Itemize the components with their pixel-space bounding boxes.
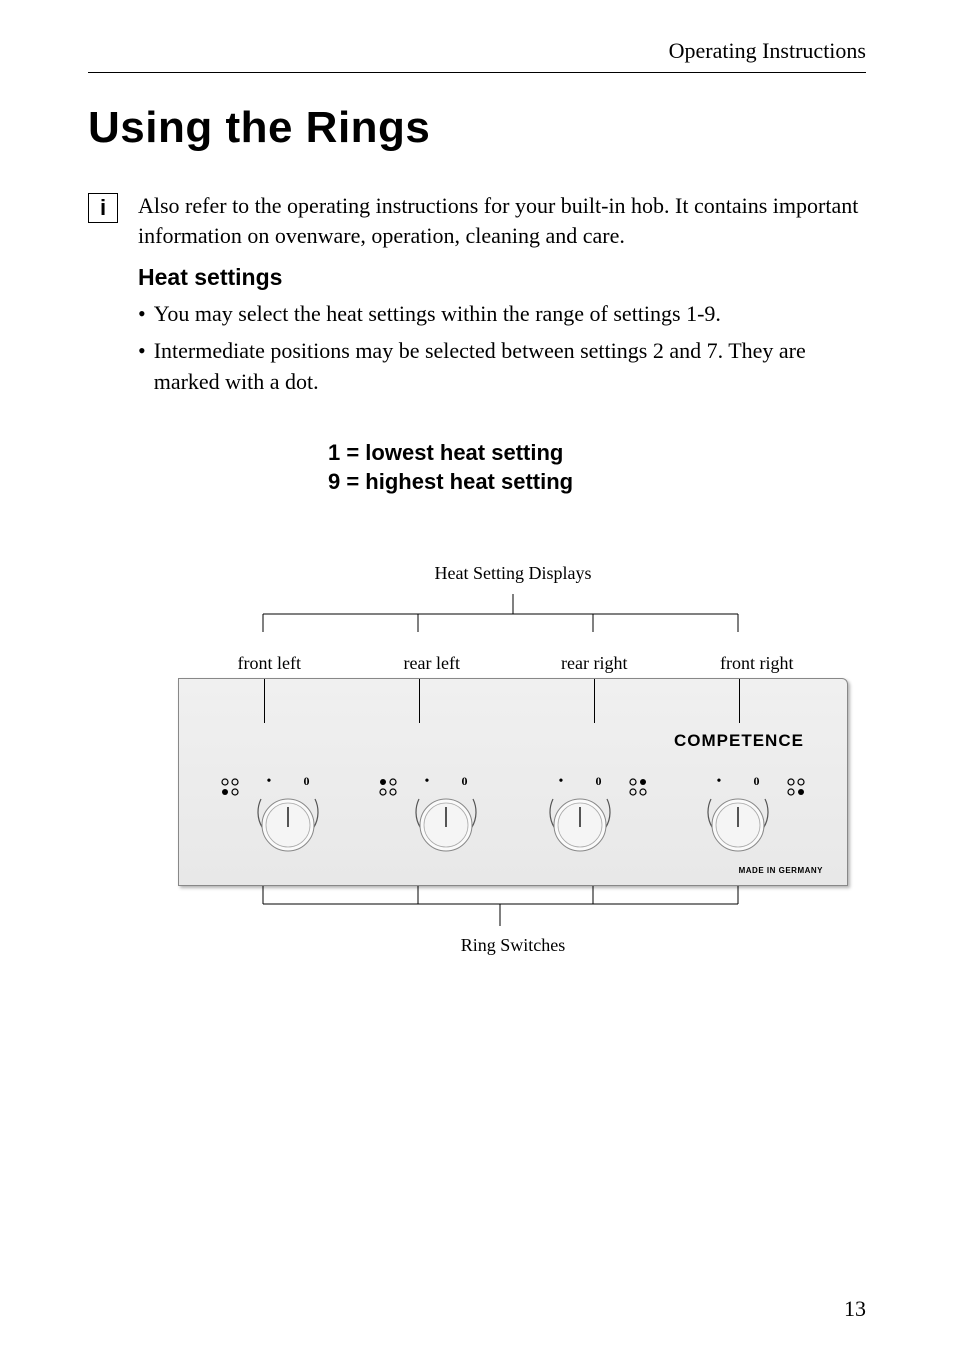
- control-panel: COMPETENCE • 0: [178, 678, 848, 886]
- knob-icon: [253, 787, 323, 857]
- label-rear-right: rear right: [513, 653, 676, 674]
- heat-settings-heading: Heat settings: [138, 264, 866, 291]
- made-in-label: MADE IN GERMANY: [739, 866, 823, 875]
- knob-rear-left: • 0: [377, 774, 491, 862]
- diagram-bottom-label: Ring Switches: [178, 935, 848, 956]
- knob-icon: [411, 787, 481, 857]
- info-text: Also refer to the operating instructions…: [138, 191, 866, 250]
- brand-label: COMPETENCE: [674, 731, 804, 751]
- info-icon-glyph: i: [100, 195, 106, 221]
- ring-indicator-icon: [377, 774, 399, 798]
- ring-indicator-icon: [785, 774, 807, 798]
- ring-indicator-icon: [219, 774, 241, 798]
- diagram: Heat Setting Displays front left rear le…: [178, 563, 848, 956]
- list-item: You may select the heat settings within …: [138, 299, 866, 330]
- knob-icon: [545, 787, 615, 857]
- info-note: i Also refer to the operating instructio…: [88, 191, 866, 250]
- bracket-top: [178, 588, 848, 653]
- list-item: Intermediate positions may be selected b…: [138, 336, 866, 398]
- label-front-left: front left: [188, 653, 351, 674]
- knob-front-right: • 0: [693, 774, 807, 862]
- label-rear-left: rear left: [351, 653, 514, 674]
- page-title: Using the Rings: [88, 103, 866, 153]
- knob-icon: [703, 787, 773, 857]
- legend-high: 9 = highest heat setting: [328, 467, 866, 497]
- ring-indicator-icon: [627, 774, 649, 798]
- knob-rear-right: • 0: [535, 774, 649, 862]
- heat-settings-list: You may select the heat settings within …: [138, 299, 866, 397]
- page-number: 13: [844, 1296, 866, 1322]
- heat-legend: 1 = lowest heat setting 9 = highest heat…: [328, 438, 866, 497]
- bracket-bottom: [178, 886, 848, 931]
- info-icon: i: [88, 193, 118, 223]
- position-labels: front left rear left rear right front ri…: [178, 653, 848, 674]
- header-section: Operating Instructions: [88, 38, 866, 73]
- knob-front-left: • 0: [219, 774, 333, 862]
- label-front-right: front right: [676, 653, 839, 674]
- diagram-top-label: Heat Setting Displays: [178, 563, 848, 584]
- legend-low: 1 = lowest heat setting: [328, 438, 866, 468]
